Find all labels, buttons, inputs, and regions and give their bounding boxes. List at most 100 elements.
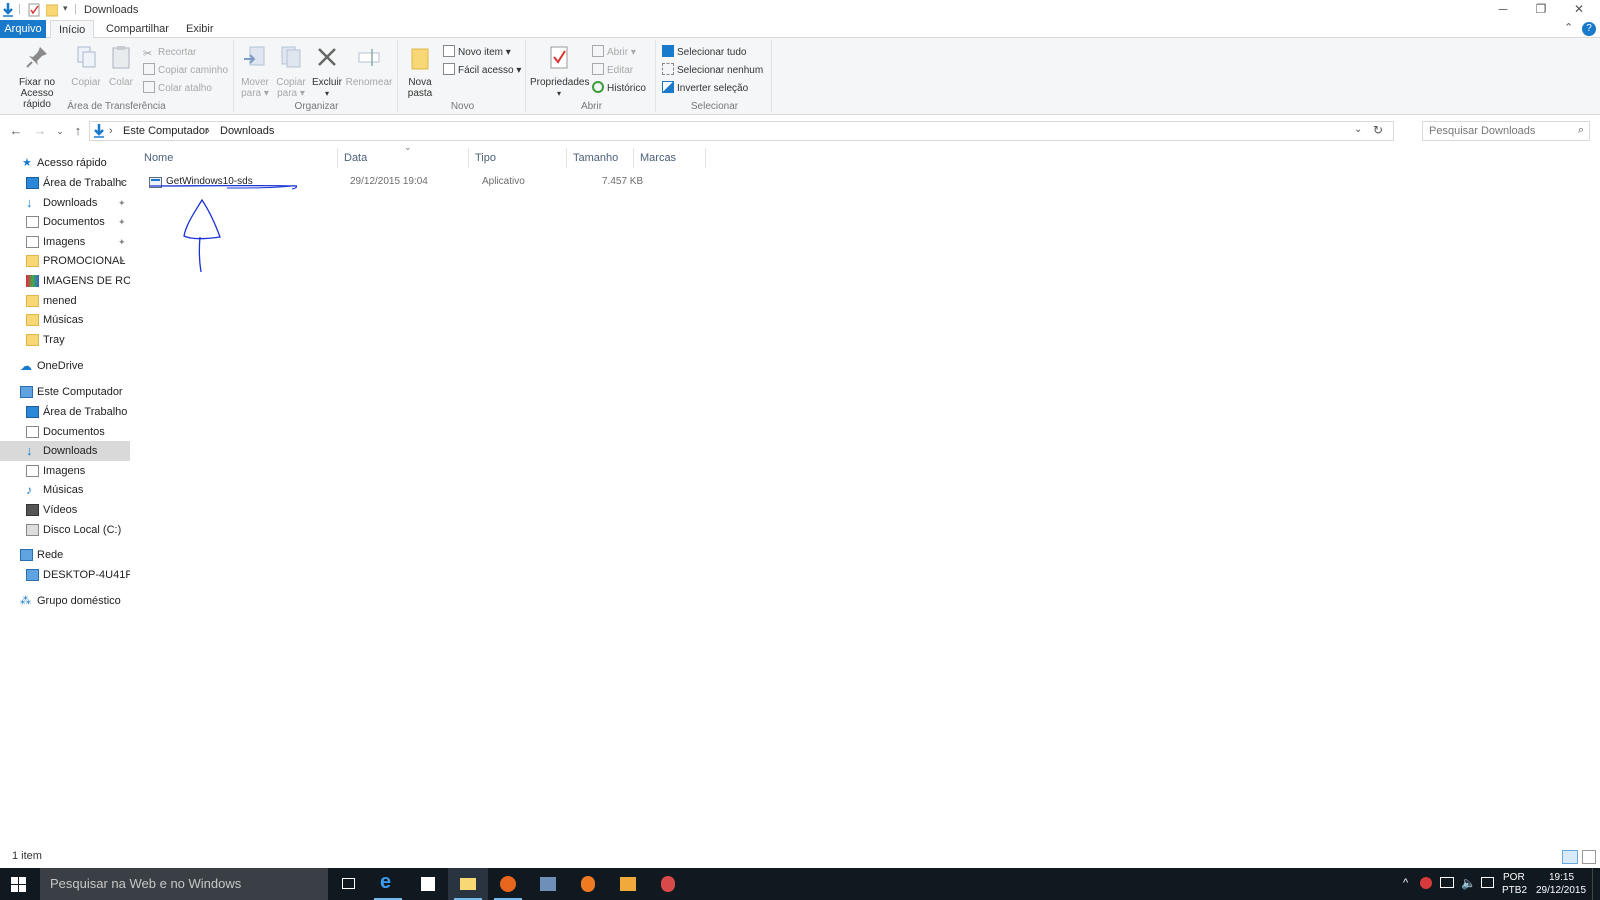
pinned-icon[interactable]: ✦ xyxy=(118,232,126,252)
firefox-icon[interactable] xyxy=(488,868,528,900)
nav-item-desktop-pc[interactable]: DESKTOP-4U41P84 xyxy=(0,565,130,585)
task-view-icon[interactable] xyxy=(328,868,368,900)
tab-compartilhar[interactable]: Compartilhar xyxy=(98,20,177,38)
sidebar-item-pc-5[interactable]: Vídeos xyxy=(0,500,130,520)
edit-button[interactable]: Editar xyxy=(592,63,633,79)
media-player-icon[interactable] xyxy=(568,868,608,900)
sidebar-item-quick-5[interactable]: IMAGENS DE ROSA xyxy=(0,271,130,291)
refresh-icon[interactable]: ↻ xyxy=(1373,123,1383,137)
breadcrumb-este-computador[interactable]: Este Computador xyxy=(123,125,209,137)
cut-button[interactable]: ✂ Recortar xyxy=(143,45,196,61)
volume-icon[interactable]: 🔈 xyxy=(1461,876,1476,890)
sidebar-item-quick-7[interactable]: Músicas xyxy=(0,310,130,330)
pinned-icon[interactable]: ✦ xyxy=(118,193,126,213)
sidebar-item-quick-2[interactable]: Documentos ✦ xyxy=(0,212,130,232)
address-dropdown-icon[interactable]: ⌄ xyxy=(1354,124,1362,135)
invert-selection-button[interactable]: Inverter seleção xyxy=(662,81,748,97)
sidebar-item-pc-1[interactable]: Documentos xyxy=(0,422,130,442)
nav-homegroup[interactable]: ⁂ Grupo doméstico xyxy=(0,591,130,611)
video-app-icon[interactable] xyxy=(608,868,648,900)
properties-button[interactable]: Propriedades ▾ xyxy=(530,44,589,99)
collapse-ribbon-icon[interactable]: ⌃ xyxy=(1564,21,1573,34)
sidebar-item-pc-2[interactable]: ↓ Downloads xyxy=(0,441,130,462)
table-row[interactable]: GetWindows10-sds 29/12/2015 19:04 Aplica… xyxy=(132,168,712,190)
taskbar-search-input[interactable]: Pesquisar na Web e no Windows xyxy=(40,868,328,900)
breadcrumb-chevron-icon[interactable]: › xyxy=(109,125,113,137)
column-header-tags[interactable]: Marcas xyxy=(634,148,706,168)
paste-shortcut-button[interactable]: Colar atalho xyxy=(143,81,212,97)
help-icon[interactable]: ? xyxy=(1582,22,1596,36)
select-all-button[interactable]: Selecionar tudo xyxy=(662,45,747,61)
clock-time[interactable]: 19:15 xyxy=(1549,872,1574,883)
nav-quick-access[interactable]: ★ Acesso rápido xyxy=(0,153,130,173)
search-input[interactable]: Pesquisar Downloads ⌕ xyxy=(1422,121,1590,141)
select-none-button[interactable]: Selecionar nenhum xyxy=(662,63,763,79)
sidebar-item-pc-4[interactable]: ♪ Músicas xyxy=(0,480,130,500)
rename-button[interactable]: Renomear xyxy=(344,44,394,88)
sidebar-item-quick-8[interactable]: Tray xyxy=(0,330,130,350)
copy-path-button[interactable]: Copiar caminho xyxy=(143,63,228,79)
customize-toolbar-icon[interactable]: ▾ xyxy=(63,3,68,14)
paste-button[interactable]: Colar xyxy=(106,44,136,88)
column-header-date[interactable]: Data xyxy=(338,148,469,168)
nav-this-pc[interactable]: Este Computador xyxy=(0,382,130,402)
downloads-arrow-icon[interactable] xyxy=(2,3,14,17)
utility-app-icon[interactable] xyxy=(648,868,688,900)
network-app-icon[interactable] xyxy=(528,868,568,900)
file-explorer-icon[interactable] xyxy=(448,868,488,900)
antivirus-tray-icon[interactable] xyxy=(1420,877,1432,889)
minimize-button[interactable]: ─ xyxy=(1484,0,1522,20)
delete-button[interactable]: Excluir ▾ xyxy=(312,44,342,99)
large-icons-view-icon[interactable] xyxy=(1582,850,1596,864)
up-arrow-icon[interactable]: ↑ xyxy=(69,122,87,140)
new-item-button[interactable]: Novo item ▾ xyxy=(443,45,511,61)
close-button[interactable]: ✕ xyxy=(1560,0,1598,20)
address-bar[interactable]: › Este Computador › Downloads ⌄ ↻ xyxy=(89,121,1394,141)
copy-button[interactable]: Copiar xyxy=(70,44,102,88)
tab-arquivo[interactable]: Arquivo xyxy=(0,20,46,38)
sidebar-item-quick-4[interactable]: PROMOCIONAL ✦ xyxy=(0,251,130,271)
clock-date[interactable]: 29/12/2015 xyxy=(1536,885,1586,896)
pinned-icon[interactable]: ✦ xyxy=(118,251,126,271)
back-arrow-icon[interactable]: ← xyxy=(7,122,25,140)
history-button[interactable]: Histórico xyxy=(592,81,646,97)
sidebar-item-quick-0[interactable]: Área de Trabalhc ✦ xyxy=(0,173,130,193)
tray-chevron-icon[interactable]: ^ xyxy=(1403,877,1408,889)
sidebar-item-quick-3[interactable]: Imagens ✦ xyxy=(0,232,130,252)
properties-icon[interactable] xyxy=(28,3,40,17)
network-tray-icon[interactable] xyxy=(1440,877,1454,888)
edge-browser-icon[interactable]: e xyxy=(368,868,408,900)
store-icon[interactable] xyxy=(408,868,448,900)
nav-onedrive[interactable]: ☁ OneDrive xyxy=(0,356,130,376)
easy-access-button[interactable]: Fácil acesso ▾ xyxy=(443,63,521,79)
pinned-icon[interactable]: ✦ xyxy=(118,173,126,193)
open-button[interactable]: Abrir ▾ xyxy=(592,45,636,61)
sidebar-item-pc-3[interactable]: Imagens xyxy=(0,461,130,481)
restore-button[interactable]: ❐ xyxy=(1522,0,1560,20)
recent-locations-chevron-icon[interactable]: ⌄ xyxy=(51,122,69,140)
tab-inicio[interactable]: Início xyxy=(50,20,95,38)
copy-to-button[interactable]: Copiar para ▾ xyxy=(274,44,308,99)
pinned-icon[interactable]: ✦ xyxy=(118,212,126,232)
windows-start-icon[interactable] xyxy=(11,877,26,892)
forward-arrow-icon[interactable]: → xyxy=(31,122,49,140)
breadcrumb-chevron-icon[interactable]: › xyxy=(206,125,210,137)
nav-network[interactable]: Rede xyxy=(0,545,130,565)
language-indicator-1[interactable]: POR xyxy=(1503,872,1525,883)
column-header-type[interactable]: Tipo xyxy=(469,148,567,168)
sidebar-item-pc-0[interactable]: Área de Trabalho xyxy=(0,402,130,422)
file-name[interactable]: GetWindows10-sds xyxy=(166,176,253,187)
show-desktop-button[interactable] xyxy=(1592,868,1600,900)
move-to-button[interactable]: Mover para ▾ xyxy=(238,44,272,99)
sidebar-item-pc-6[interactable]: Disco Local (C:) xyxy=(0,520,130,540)
new-folder-icon[interactable] xyxy=(46,3,58,17)
details-view-icon[interactable] xyxy=(1562,850,1578,864)
tab-exibir[interactable]: Exibir xyxy=(178,20,222,38)
column-header-name[interactable]: Nome xyxy=(138,148,338,168)
sidebar-item-quick-1[interactable]: ↓ Downloads ✦ xyxy=(0,193,130,213)
new-folder-button[interactable]: Nova pasta xyxy=(404,44,436,99)
notification-tray-icon[interactable] xyxy=(1481,877,1494,888)
breadcrumb-downloads[interactable]: Downloads xyxy=(220,125,274,137)
language-indicator-2[interactable]: PTB2 xyxy=(1502,885,1527,896)
sidebar-item-quick-6[interactable]: mened xyxy=(0,291,130,311)
